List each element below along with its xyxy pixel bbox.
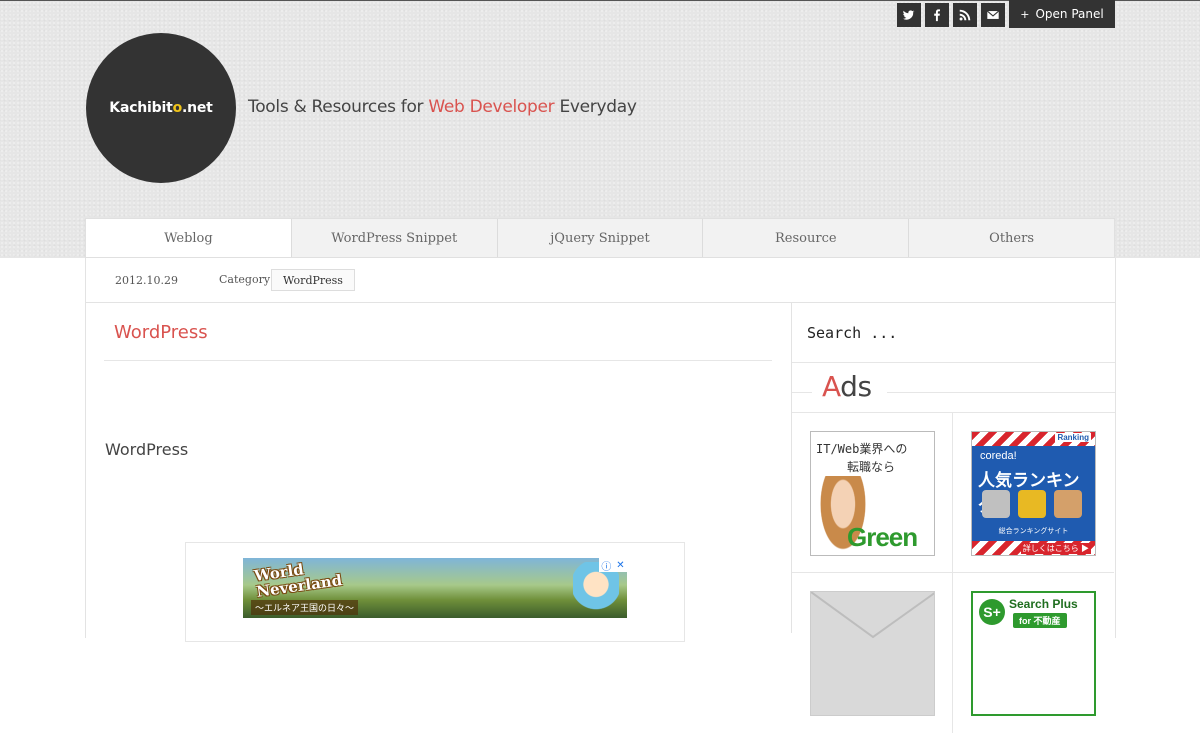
envelope-ad[interactable] [810,591,935,716]
ad-cell: Ranking coreda! 人気ランキング 総合ランキングサイト 詳しくはこ… [953,413,1114,573]
ad-cell: S+ Search Plus for 不動産 [953,573,1114,733]
main-nav: Weblog WordPress Snippet jQuery Snippet … [85,218,1115,258]
nav-item-weblog[interactable]: Weblog [86,219,292,257]
nav-item-jquery-snippet[interactable]: jQuery Snippet [498,219,704,257]
ad-cell [792,573,953,733]
ad-brand: Green [847,522,918,552]
category-tag[interactable]: WordPress [271,269,355,291]
ad-text: Ranking [1055,433,1091,442]
search-plus-ad[interactable]: S+ Search Plus for 不動産 [971,591,1096,716]
crown-icon [1054,490,1082,518]
site-logo[interactable]: Kachibito.net [86,33,236,183]
post-body: WordPress [105,440,189,459]
logo-dot-char: o [172,100,183,116]
heading-rule-left [792,392,812,393]
post-meta: 2012.10.29 Category: WordPress [85,258,1116,303]
green-job-ad[interactable]: IT/Web業界への 転職なら Green [810,431,935,556]
crown-icon [982,490,1010,518]
post-date: 2012.10.29 [115,274,178,287]
close-icon[interactable]: ✕ [616,560,624,571]
social-links [897,3,1009,27]
facebook-icon[interactable] [925,3,949,27]
nav-item-others[interactable]: Others [909,219,1114,257]
category-label: Category: [219,273,274,286]
open-panel-label: Open Panel [1035,7,1104,21]
post-title: WordPress [114,322,208,343]
mail-icon[interactable] [981,3,1005,27]
ad-text: for 不動産 [1013,613,1067,628]
ads-grid: IT/Web業界への 転職なら Green Ranking coreda! 人気… [792,413,1115,733]
crown-icon [1018,490,1046,518]
heading-rule-right [887,392,1115,393]
ad-text: IT/Web業界への [816,442,908,456]
ad-cell: IT/Web業界への 転職なら Green [792,413,953,573]
ad-text: Search Plus [1009,597,1078,611]
site-tagline: Tools & Resources for Web Developer Ever… [248,97,637,117]
ad-subtitle: 〜エルネア王国の日々〜 [251,600,359,615]
search-input[interactable] [807,321,1097,345]
plus-icon: + [1020,7,1030,21]
envelope-icon [811,592,934,639]
ad-text: 転職なら [847,460,896,474]
ad-cta: 詳しくはこちら ▶ [1020,543,1091,554]
open-panel-button[interactable]: + Open Panel [1009,0,1115,28]
ad-choices[interactable]: ⓘ ✕ [599,558,627,573]
ads-heading: Ads [822,370,872,403]
content-ad-box: World Neverland 〜エルネア王国の日々〜 ⓘ ✕ [185,542,685,642]
sidebar: Ads IT/Web業界への 転職なら Green Ranking coreda… [791,303,1115,733]
main-column: WordPress WordPress World Neverland 〜エルネア… [86,303,791,642]
ads-widget-header: Ads [792,363,1115,413]
logo-text: Kachibito.net [109,100,213,116]
ad-text: 総合ランキングサイト [998,528,1069,535]
rss-icon[interactable] [953,3,977,27]
search-plus-icon: S+ [979,599,1005,625]
ad-title: World Neverland [253,560,344,601]
nav-item-wordpress-snippet[interactable]: WordPress Snippet [292,219,498,257]
ad-text: coreda! [980,450,1017,462]
info-icon[interactable]: ⓘ [601,558,611,573]
twitter-icon[interactable] [897,3,921,27]
nav-item-resource[interactable]: Resource [703,219,910,257]
search-widget [792,303,1115,363]
title-divider [104,360,772,361]
crown-icons [982,490,1082,518]
coreda-ranking-ad[interactable]: Ranking coreda! 人気ランキング 総合ランキングサイト 詳しくはこ… [971,431,1096,556]
tagline-accent: Web Developer [428,97,555,117]
world-neverland-ad[interactable]: World Neverland 〜エルネア王国の日々〜 ⓘ ✕ [243,558,627,618]
